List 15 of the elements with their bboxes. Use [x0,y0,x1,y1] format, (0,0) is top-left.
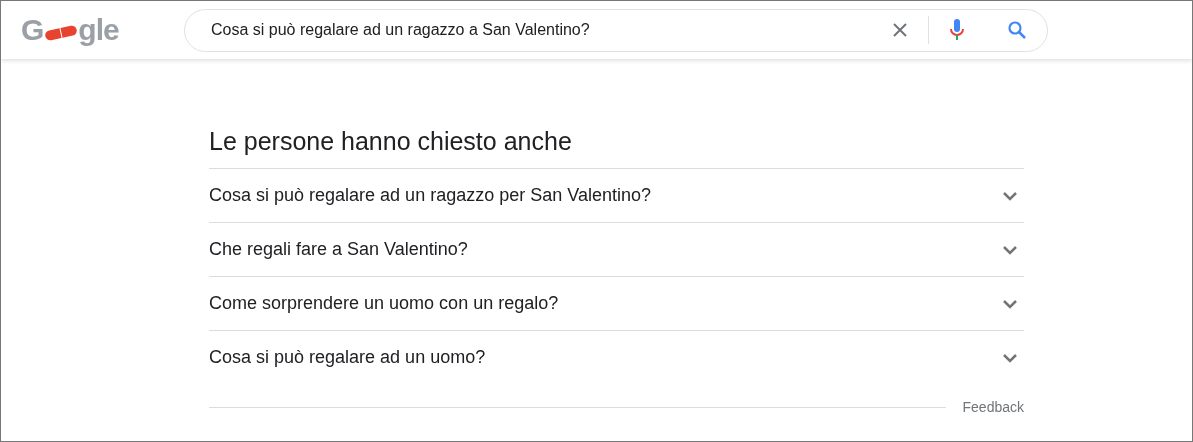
question-row[interactable]: Come sorprendere un uomo con un regalo? [209,276,1024,330]
question-row[interactable]: Cosa si può regalare ad un uomo? [209,330,1024,384]
close-icon[interactable] [892,22,908,38]
chevron-down-icon [1002,352,1018,363]
microphone-icon[interactable] [949,18,965,42]
section-heading: Le persone hanno chiesto anche [209,126,572,157]
search-query: Cosa si può regalare ad un ragazzo a San Valentino? [211,20,591,40]
sticker-icon [44,25,79,41]
chevron-down-icon [1002,190,1018,201]
search-icon[interactable] [1007,20,1027,40]
chevron-down-icon [1002,244,1018,255]
chevron-down-icon [1002,298,1018,309]
feedback-link[interactable]: Feedback [962,397,1024,418]
question-row[interactable]: Che regali fare a San Valentino? [209,222,1024,276]
question-row[interactable]: Cosa si può regalare ad un ragazzo per San Valentino? [209,168,1024,222]
